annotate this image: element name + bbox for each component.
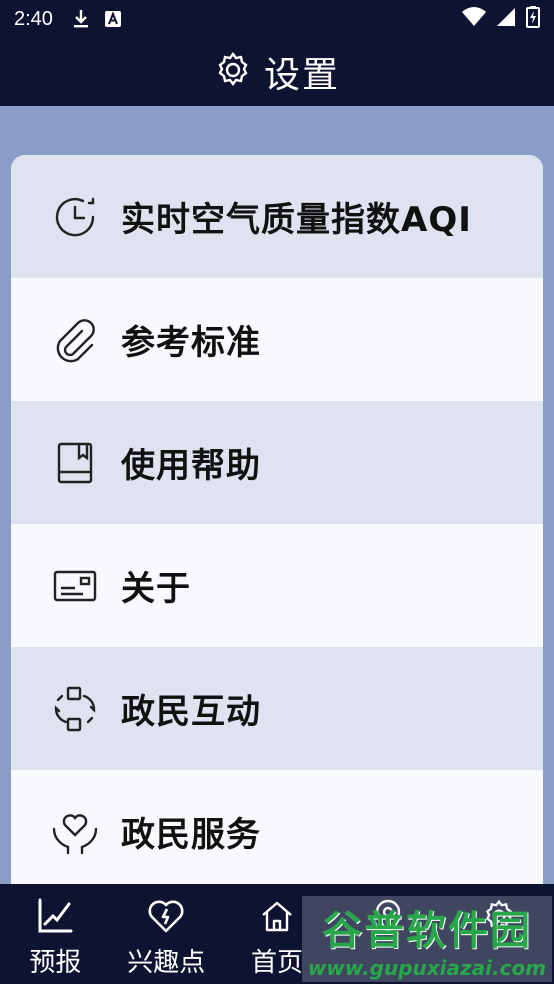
menu-item-reference-standard[interactable]: 参考标准 xyxy=(11,278,543,401)
menu-item-label: 关于 xyxy=(121,569,191,609)
settings-menu: 实时空气质量指数AQI 参考标准 使用帮助 关于 政民互动 政民服务 xyxy=(11,155,543,895)
menu-item-label: 政民互动 xyxy=(121,692,261,732)
clock-icon xyxy=(51,193,99,241)
menu-item-label: 政民服务 xyxy=(121,815,261,855)
menu-item-label: 实时空气质量指数AQI xyxy=(121,200,472,240)
watermark: 谷普软件园 www.gupuxiazai.com xyxy=(302,896,552,982)
heart-hand-icon xyxy=(51,808,99,856)
battery-icon xyxy=(526,6,540,32)
app-header: 设置 xyxy=(0,38,554,106)
status-time: 2:40 xyxy=(14,7,53,30)
page-title: 设置 xyxy=(263,55,340,96)
menu-item-interaction[interactable]: 政民互动 xyxy=(11,647,543,770)
gear-icon xyxy=(214,51,252,93)
a-letter-icon xyxy=(103,9,123,29)
nav-label: 首页 xyxy=(250,948,303,978)
card-icon xyxy=(51,562,99,610)
heart-icon xyxy=(146,896,186,936)
menu-item-aqi[interactable]: 实时空气质量指数AQI xyxy=(11,155,543,278)
menu-item-help[interactable]: 使用帮助 xyxy=(11,401,543,524)
status-bar: 2:40 xyxy=(0,0,554,38)
menu-item-label: 参考标准 xyxy=(121,323,261,363)
chart-icon xyxy=(35,896,75,936)
watermark-main: 谷普软件园 xyxy=(322,908,532,954)
nav-item-forecast[interactable]: 预报 xyxy=(0,884,111,984)
home-icon xyxy=(257,896,297,936)
book-icon xyxy=(51,439,99,487)
nav-label: 预报 xyxy=(29,948,82,978)
exchange-icon xyxy=(51,685,99,733)
wifi-icon xyxy=(462,7,486,31)
paperclip-icon xyxy=(51,316,99,364)
menu-item-about[interactable]: 关于 xyxy=(11,524,543,647)
nav-label: 兴趣点 xyxy=(127,948,206,978)
watermark-url: www.gupuxiazai.com xyxy=(307,956,547,980)
menu-item-service[interactable]: 政民服务 xyxy=(11,770,543,893)
download-icon xyxy=(71,9,91,29)
nav-item-poi[interactable]: 兴趣点 xyxy=(111,884,222,984)
menu-item-label: 使用帮助 xyxy=(121,446,261,486)
signal-icon xyxy=(496,7,516,31)
